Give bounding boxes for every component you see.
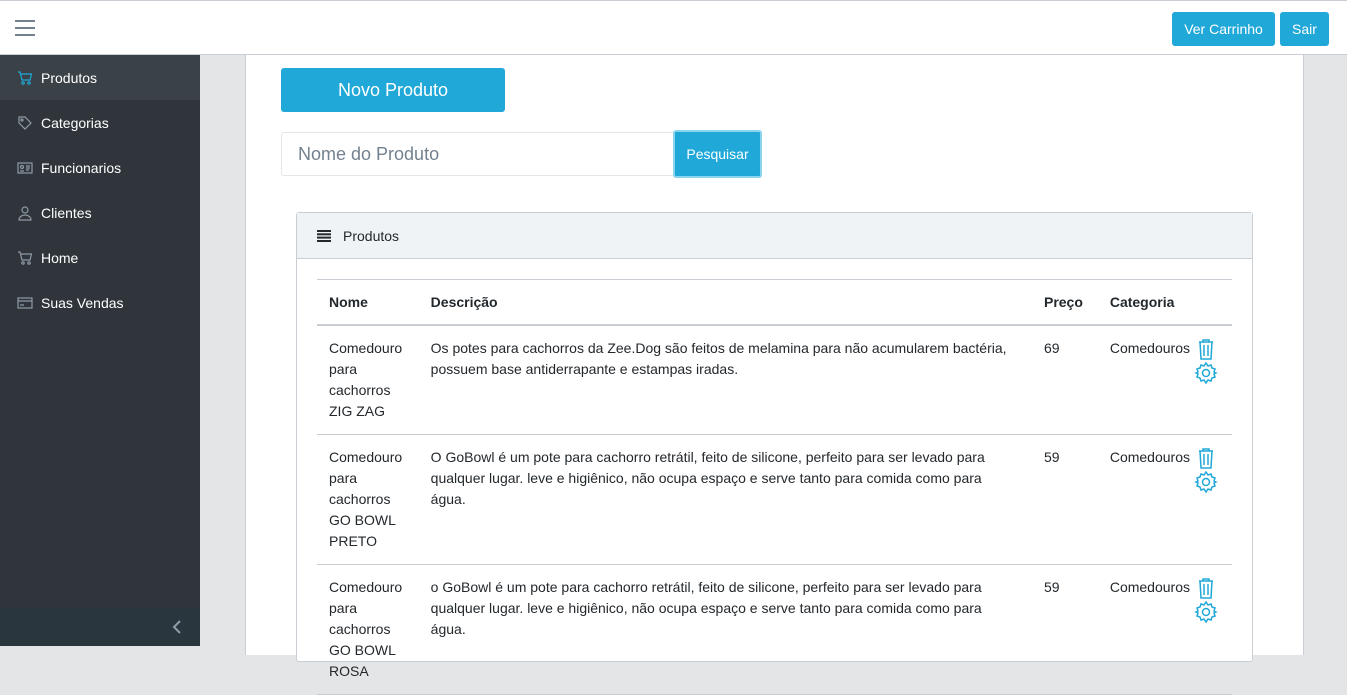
sidebar-item-label: Funcionarios [41,159,122,176]
cell-preco: 59 [1031,434,1098,565]
gear-icon[interactable] [1194,470,1218,494]
sidebar: Produtos Categorias Funcionarios Cliente… [0,55,200,646]
trash-icon[interactable] [1194,337,1218,361]
cell-actions [1194,564,1232,695]
cell-actions [1194,434,1232,565]
logout-button[interactable]: Sair [1280,12,1329,46]
sidebar-item-funcionarios[interactable]: Funcionarios [0,145,200,190]
panel-title: Produtos [343,227,400,244]
column-header-actions [1194,279,1232,326]
new-product-button[interactable]: Novo Produto [281,68,505,112]
cell-descricao: o GoBowl é um pote para cachorro retráti… [418,564,1032,695]
column-header-descricao: Descrição [418,279,1032,326]
sidebar-item-label: Categorias [41,114,109,131]
column-header-preco: Preço [1031,279,1098,326]
cell-categoria: Comedouros [1097,434,1195,565]
sidebar-item-suas-vendas[interactable]: Suas Vendas [0,280,200,325]
view-cart-button[interactable]: Ver Carrinho [1172,12,1275,46]
chevron-left-icon [172,620,181,634]
sidebar-item-produtos[interactable]: Produtos [0,55,200,100]
cell-categoria: Comedouros [1097,564,1195,695]
cell-nome: Comedouro para cachorros GO BOWL ROSA [317,564,419,695]
cell-actions [1194,324,1232,435]
sidebar-item-label: Clientes [41,204,92,221]
hamburger-icon[interactable] [15,20,35,36]
sidebar-item-home[interactable]: Home [0,235,200,280]
search-button[interactable]: Pesquisar [673,130,762,178]
cell-descricao: O GoBowl é um pote para cachorro retráti… [418,434,1032,565]
cell-preco: 69 [1031,324,1098,435]
product-name-search-input[interactable] [281,132,675,176]
cell-descricao: Os potes para cachorros da Zee.Dog são f… [418,324,1032,435]
table-row: Comedouro para cachorros GO BOWL PRETO O… [317,434,1232,565]
user-icon [18,205,32,221]
tag-icon [18,115,32,130]
table-row: Comedouro para cachorros ZIG ZAG Os pote… [317,324,1232,435]
table-header-row: Nome Descrição Preço Categoria [317,279,1232,326]
sidebar-item-label: Home [41,249,79,266]
trash-icon[interactable] [1194,576,1218,600]
cart-icon [18,70,33,85]
cell-nome: Comedouro para cachorros GO BOWL PRETO [317,434,419,565]
trash-icon[interactable] [1194,446,1218,470]
panel-header: Produtos [297,213,1252,259]
id-card-icon [17,161,33,174]
gear-icon[interactable] [1194,600,1218,624]
top-navbar: Ver Carrinho Sair [0,0,1347,55]
table-row: Comedouro para cachorros GO BOWL ROSA o … [317,564,1232,695]
products-panel: Produtos Nome Descrição Preço Categoria … [296,212,1253,695]
list-icon [317,229,331,242]
sidebar-item-categorias[interactable]: Categorias [0,100,200,145]
gear-icon[interactable] [1194,361,1218,385]
cell-categoria: Comedouros [1097,324,1195,435]
sidebar-item-label: Produtos [41,69,98,86]
sidebar-item-label: Suas Vendas [41,294,124,311]
cell-nome: Comedouro para cachorros ZIG ZAG [317,324,419,435]
sidebar-item-clientes[interactable]: Clientes [0,190,200,235]
credit-card-icon [17,296,33,309]
sidebar-minimizer[interactable] [0,608,200,646]
products-table: Nome Descrição Preço Categoria Comedouro… [317,279,1232,695]
column-header-categoria: Categoria [1097,279,1195,326]
cart-icon [18,250,33,265]
column-header-nome: Nome [317,279,419,326]
cell-preco: 59 [1031,564,1098,695]
